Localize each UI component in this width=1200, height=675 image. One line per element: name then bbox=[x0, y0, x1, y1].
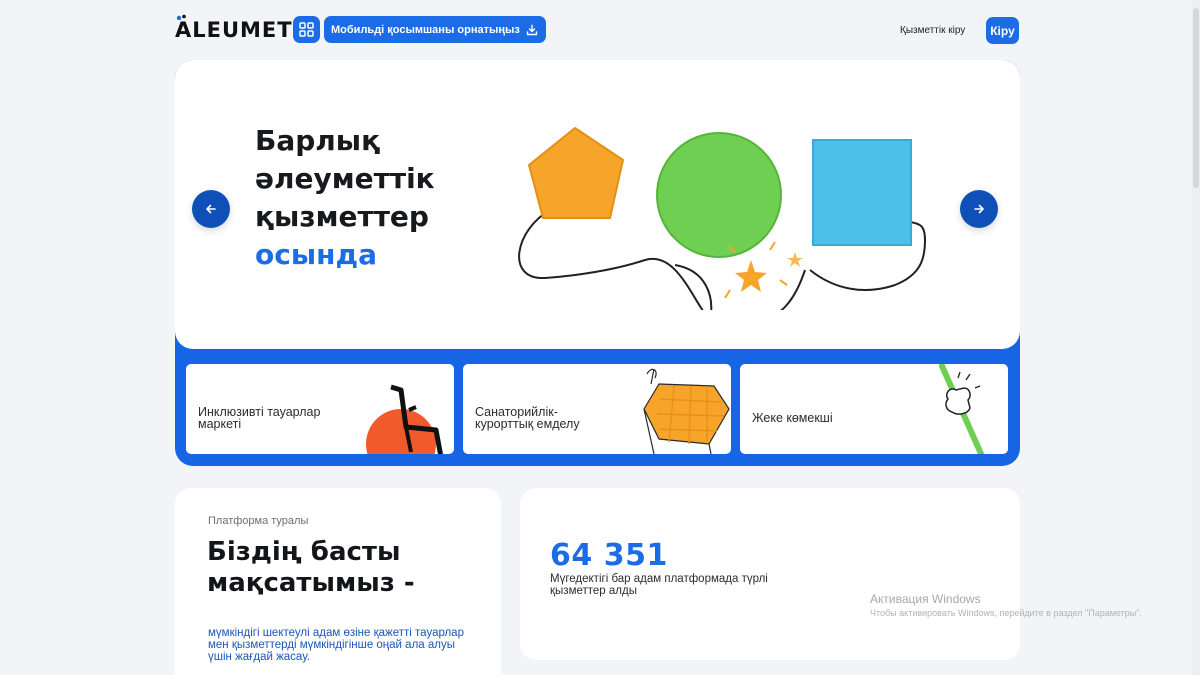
about-title-line: Біздің басты bbox=[207, 537, 401, 567]
hero-section: Барлық әлеуметтік қызметтер осында Инклю… bbox=[175, 60, 1020, 466]
card-label: Жеке көмекші bbox=[752, 411, 833, 425]
card-label-line: Жеке көмекші bbox=[752, 411, 833, 425]
login-button[interactable]: Кіру bbox=[986, 17, 1019, 44]
hero-title-line: Барлық bbox=[255, 124, 381, 157]
hero-title-accent: осында bbox=[255, 238, 378, 271]
card-label-line: курорттық емделу bbox=[475, 417, 580, 431]
download-icon bbox=[526, 24, 538, 35]
wheelchair-icon bbox=[366, 384, 443, 454]
hero-title-line: қызметтер bbox=[255, 200, 429, 233]
bed-icon bbox=[643, 368, 730, 454]
about-title: Біздің басты мақсатымыз - bbox=[207, 537, 415, 599]
arrow-right-icon bbox=[974, 204, 984, 214]
card-label-line: маркеті bbox=[198, 417, 242, 431]
card-inclusive-market[interactable]: Инклюзивті тауарлар маркеті bbox=[186, 364, 454, 454]
windows-activation-title: Активация Windows bbox=[870, 592, 981, 606]
about-description: мүмкіндігі шектеулі адам өзіне қажетті т… bbox=[208, 627, 464, 663]
hero-title: Барлық әлеуметтік қызметтер осында bbox=[255, 122, 435, 274]
card-personal-assistant[interactable]: Жеке көмекші bbox=[740, 364, 1008, 454]
scrollbar-thumb[interactable] bbox=[1193, 8, 1199, 188]
prev-slide-button[interactable] bbox=[192, 190, 230, 228]
about-card: Платформа туралы Біздің басты мақсатымыз… bbox=[175, 488, 501, 675]
install-app-button[interactable]: Мобильді қосымшаны орнатыңыз bbox=[324, 16, 546, 43]
helping-hand-icon bbox=[939, 364, 985, 454]
page-scrollbar[interactable] bbox=[1192, 0, 1200, 675]
windows-activation-note: Чтобы активировать Windows, перейдите в … bbox=[870, 608, 1142, 618]
about-label: Платформа туралы bbox=[208, 515, 309, 527]
stats-number: 64 351 bbox=[550, 538, 668, 573]
hero-slide: Барлық әлеуметтік қызметтер осында bbox=[175, 60, 1020, 349]
stats-card: 64 351 Мүгедектігі бар адам платформада … bbox=[520, 488, 1020, 660]
card-label: Санаторийлік- курорттық емделу bbox=[475, 406, 580, 431]
install-app-label: Мобильді қосымшаны орнатыңыз bbox=[331, 23, 520, 36]
card-sanatorium[interactable]: Санаторийлік- курорттық емделу bbox=[463, 364, 731, 454]
stats-description: Мүгедектігі бар адам платформада түрлі қ… bbox=[550, 573, 768, 597]
logo-dots-icon bbox=[176, 14, 186, 21]
apps-button[interactable] bbox=[293, 16, 320, 43]
logo[interactable]: ALEUMET bbox=[175, 14, 293, 42]
card-label: Инклюзивті тауарлар маркеті bbox=[198, 406, 320, 431]
hero-illustration bbox=[518, 127, 927, 310]
about-title-line: мақсатымыз - bbox=[207, 568, 415, 598]
service-login-link[interactable]: Қызметтік кіру bbox=[900, 25, 965, 36]
arrow-left-icon bbox=[206, 204, 216, 214]
site-header: ALEUMET Мобильді қосымшаны орнатыңыз Қыз… bbox=[175, 14, 1020, 46]
next-slide-button[interactable] bbox=[960, 190, 998, 228]
hero-title-line: әлеуметтік bbox=[255, 162, 435, 195]
apps-grid-icon bbox=[299, 22, 314, 37]
logo-text: ALEUMET bbox=[175, 18, 293, 42]
